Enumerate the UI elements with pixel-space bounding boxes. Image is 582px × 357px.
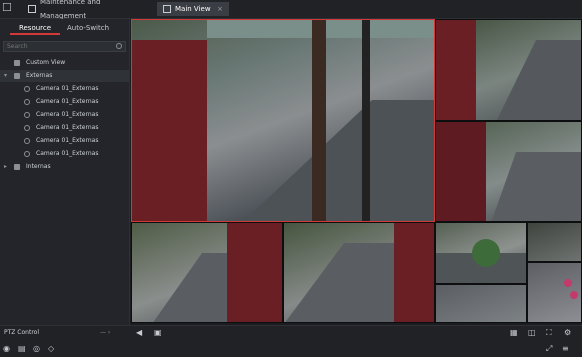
expand-arrow-icon[interactable]: ▸	[4, 161, 7, 173]
title-bar: ☐ Maintenance and Management Main View ×	[0, 0, 582, 20]
search-icon[interactable]	[116, 43, 122, 49]
camera-icon	[24, 86, 30, 92]
tree-item-custom-view[interactable]: Custom View	[0, 57, 129, 69]
lock-icon[interactable]: ▤	[18, 344, 26, 354]
menu-icon[interactable]: ≡	[562, 344, 569, 354]
fullscreen-icon[interactable]: ⛶	[546, 328, 552, 338]
audio-icon[interactable]: ◇	[48, 344, 54, 354]
collapse-arrow-icon[interactable]: ▾	[4, 70, 7, 82]
custom-view-icon	[14, 60, 20, 66]
camera-feed-image	[564, 279, 578, 299]
stop-all-icon[interactable]: ▣	[154, 328, 162, 338]
tree-item-camera[interactable]: Camera 01_Externas	[0, 83, 129, 95]
custom-layout-icon[interactable]: ◫	[528, 328, 536, 338]
video-cell[interactable]	[131, 19, 435, 222]
video-cell[interactable]	[435, 284, 527, 323]
alarm-icon[interactable]: ◎	[33, 344, 40, 354]
video-cell[interactable]	[527, 222, 582, 262]
road-shape	[244, 100, 434, 221]
tree-item-externas[interactable]: ▾ Externas	[0, 70, 129, 82]
pin-icon[interactable]: ⤢	[546, 344, 552, 354]
resource-sidebar: Resource Auto-Switch Custom View ▾ Exter…	[0, 19, 130, 325]
tab-main-view[interactable]: Main View ×	[157, 2, 229, 16]
search-field[interactable]	[3, 41, 126, 52]
ptz-control-label[interactable]: PTZ Control	[4, 329, 39, 336]
layout-icon[interactable]: ▦	[510, 328, 518, 338]
tree-item-internas[interactable]: ▸ Internas	[0, 161, 129, 173]
camera-feed-image	[436, 239, 526, 283]
camera-feed-image	[132, 20, 434, 221]
video-cell[interactable]	[283, 222, 435, 323]
ptz-collapse-icon[interactable]: — ›	[100, 329, 110, 336]
camera-icon	[24, 138, 30, 144]
video-grid	[131, 19, 582, 323]
tree-item-camera[interactable]: Camera 01_Externas	[0, 122, 129, 134]
maintenance-icon	[28, 5, 36, 13]
camera-feed-image	[436, 20, 581, 120]
search-input[interactable]	[7, 42, 107, 51]
camera-feed-image	[153, 223, 282, 322]
video-cell[interactable]	[131, 222, 283, 323]
camera-icon	[24, 99, 30, 105]
camera-icon	[24, 112, 30, 118]
main-view-icon	[163, 5, 171, 13]
volume-icon[interactable]: ◀	[136, 328, 142, 338]
tree-item-camera[interactable]: Camera 01_Externas	[0, 96, 129, 108]
pole-shape	[362, 20, 370, 221]
subtab-resource[interactable]: Resource	[10, 21, 60, 35]
camera-feed-image	[285, 223, 434, 322]
camera-icon	[24, 151, 30, 157]
app-logo-icon: ☐	[2, 1, 12, 14]
video-cell[interactable]	[527, 262, 582, 323]
settings-icon[interactable]: ⚙	[564, 328, 571, 338]
group-icon	[14, 73, 20, 79]
close-tab-icon[interactable]: ×	[217, 2, 223, 16]
red-fence-shape	[132, 40, 207, 221]
video-cell[interactable]	[435, 19, 582, 121]
video-cell[interactable]	[435, 222, 527, 284]
camera-icon	[24, 125, 30, 131]
bottom-toolbar: PTZ Control — › ◀ ▣ ▦ ◫ ⛶ ⚙ ◉ ▤ ◎ ◇ ⤢ ≡	[0, 325, 582, 357]
tree-item-camera[interactable]: Camera 01_Externas	[0, 109, 129, 121]
tab-main-view-label: Main View	[175, 5, 211, 13]
tab-maintenance[interactable]: Maintenance and Management	[22, 0, 154, 20]
user-icon[interactable]: ◉	[3, 344, 10, 354]
sidebar-subtabs: Resource Auto-Switch	[0, 21, 129, 35]
pole-shape	[312, 20, 326, 221]
tree-item-camera[interactable]: Camera 01_Externas	[0, 148, 129, 160]
group-icon	[14, 164, 20, 170]
subtab-auto-switch[interactable]: Auto-Switch	[63, 21, 113, 35]
video-cell[interactable]	[435, 121, 582, 222]
camera-feed-image	[436, 122, 581, 221]
tree-item-camera[interactable]: Camera 01_Externas	[0, 135, 129, 147]
